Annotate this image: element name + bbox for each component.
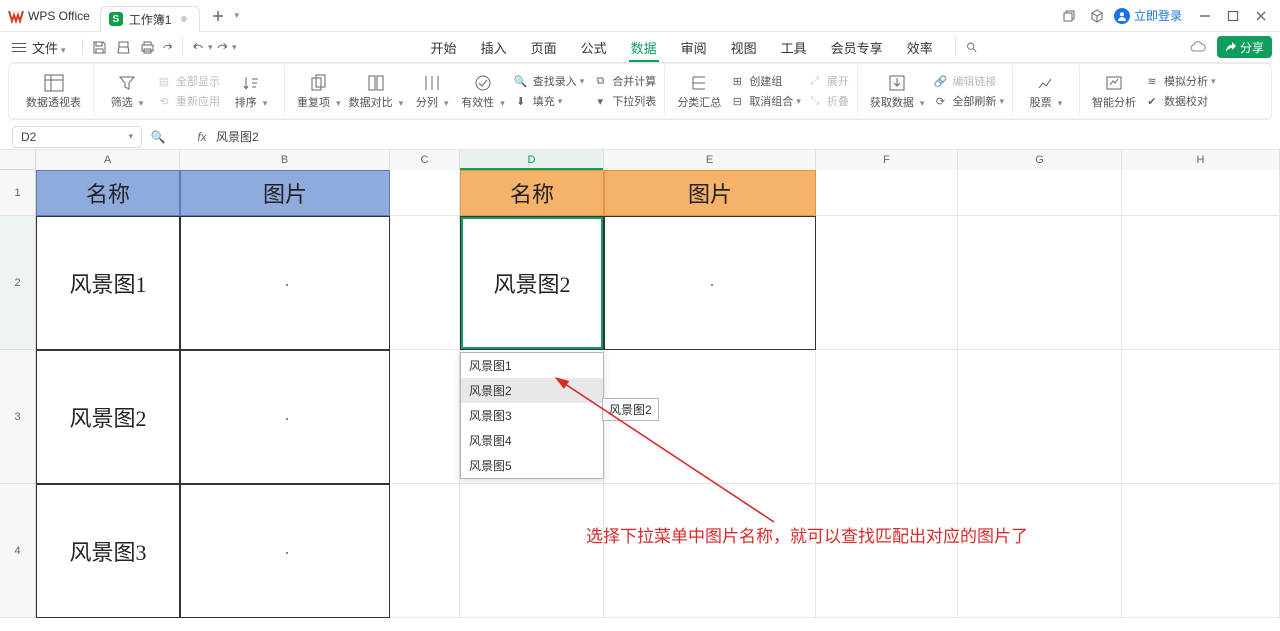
workbook-tab[interactable]: S 工作簿1: [100, 6, 201, 32]
menu-data[interactable]: 数据: [619, 32, 669, 62]
find-input-button[interactable]: 🔍查找录入 ▾: [513, 73, 585, 89]
titlebar: WPS Office S 工作簿1 ▾ 立即登录: [0, 0, 1280, 32]
formula-content[interactable]: 风景图2: [216, 128, 259, 145]
show-all-button[interactable]: ▤全部显示: [156, 73, 220, 89]
filter-button[interactable]: 筛选 ▾: [102, 72, 152, 110]
main-menus: 开始 插入 页面 公式 数据 审阅 视图 工具 会员专享 效率: [419, 32, 977, 62]
app-brand: WPS Office: [28, 9, 90, 23]
share-label: 分享: [1240, 39, 1264, 56]
menu-formula[interactable]: 公式: [569, 32, 619, 62]
file-menu-row: 文件▾ ▾ ▾ 开始 插入 页面 公式 数据 审阅 视图 工具 会员专享 效率 …: [0, 32, 1280, 62]
hamburger-icon[interactable]: [12, 41, 26, 53]
menu-review[interactable]: 审阅: [669, 32, 719, 62]
sheets-icon: S: [109, 12, 123, 26]
menu-start[interactable]: 开始: [419, 32, 469, 62]
menu-tools[interactable]: 工具: [769, 32, 819, 62]
dropdown-list-button[interactable]: ▾下拉列表: [592, 93, 656, 109]
avatar-icon: [1114, 8, 1130, 24]
tab-menu-caret[interactable]: ▾: [234, 10, 239, 21]
group-button[interactable]: ⊞创建组: [729, 73, 801, 89]
file-menu[interactable]: 文件▾: [32, 38, 66, 57]
menu-view[interactable]: 视图: [719, 32, 769, 62]
menu-member[interactable]: 会员专享: [819, 32, 895, 62]
new-tab-button[interactable]: [206, 4, 230, 28]
fill-button[interactable]: ⬇填充 ▾: [513, 93, 585, 109]
stock-button[interactable]: 股票 ▾: [1021, 72, 1071, 110]
wps-logo: [8, 8, 24, 24]
print-preview-icon[interactable]: [113, 36, 135, 58]
split-button[interactable]: 分列 ▾: [407, 72, 457, 110]
save-icon[interactable]: [89, 36, 111, 58]
format-painter-icon[interactable]: [161, 36, 183, 58]
menu-insert[interactable]: 插入: [469, 32, 519, 62]
reapply-button[interactable]: ⟲重新应用: [156, 93, 220, 109]
fx-icon[interactable]: fx: [192, 130, 212, 144]
ribbon-data: 数据透视表 筛选 ▾ ▤全部显示 ⟲重新应用 排序 ▾ 重复项 ▾ 数据对比 ▾…: [8, 62, 1272, 120]
maximize-button[interactable]: [1220, 3, 1246, 29]
ai-analysis-button[interactable]: 智能分析: [1088, 72, 1140, 110]
cell-ref: D2: [21, 130, 36, 144]
ungroup-button[interactable]: ⊟取消组合 ▾: [729, 93, 801, 109]
login-label: 立即登录: [1134, 7, 1182, 24]
name-box-caret[interactable]: ▾: [128, 131, 133, 142]
share-button[interactable]: 分享: [1217, 36, 1272, 58]
cloud-icon[interactable]: [1187, 36, 1209, 58]
search-icon[interactable]: [955, 36, 977, 58]
minimize-button[interactable]: [1192, 3, 1218, 29]
spreadsheet: ABCDEFGH1名称图片名称图片2风景图1 风景图2 ▼ 3风景图24风景图3…: [0, 150, 1280, 629]
edit-link-button[interactable]: 🔗编辑链接: [932, 73, 1004, 89]
cube-menu-icon[interactable]: [1084, 3, 1110, 29]
sort-button[interactable]: 排序 ▾: [226, 72, 276, 110]
close-button[interactable]: [1248, 3, 1274, 29]
menu-efficiency[interactable]: 效率: [895, 32, 945, 62]
formula-bar: D2 ▾ 🔍 fx 风景图2: [0, 124, 1280, 150]
collapse-button[interactable]: ⤡折叠: [807, 93, 849, 109]
print-icon[interactable]: [137, 36, 159, 58]
refresh-all-button[interactable]: ⟳全部刷新 ▾: [932, 93, 1004, 109]
expand-button[interactable]: ⤢展开: [807, 73, 849, 89]
undo-icon[interactable]: ▾: [191, 36, 213, 58]
consolidate-button[interactable]: ⧉合并计算: [592, 73, 656, 89]
subtotal-button[interactable]: 分类汇总: [673, 72, 725, 110]
annotation-arrow: [0, 150, 1280, 629]
pivot-table-button[interactable]: 数据透视表: [22, 72, 85, 110]
window-restore-icon[interactable]: [1056, 3, 1082, 29]
tab-modified-dot: [181, 16, 187, 22]
audit-button[interactable]: ✔数据校对: [1144, 93, 1216, 109]
validity-button[interactable]: 有效性 ▾: [457, 72, 509, 110]
validate-compare-button[interactable]: 数据对比 ▾: [345, 72, 408, 110]
zoom-formula-icon[interactable]: 🔍: [148, 130, 168, 144]
get-data-button[interactable]: 获取数据 ▾: [866, 72, 929, 110]
login-button[interactable]: 立即登录: [1114, 7, 1182, 24]
name-box[interactable]: D2 ▾: [12, 126, 142, 148]
workbook-tab-title: 工作簿1: [129, 11, 172, 28]
menu-page[interactable]: 页面: [519, 32, 569, 62]
redo-icon[interactable]: ▾: [215, 36, 237, 58]
whatif-button[interactable]: ≋模拟分析 ▾: [1144, 73, 1216, 89]
dedup-button[interactable]: 重复项 ▾: [293, 72, 345, 110]
